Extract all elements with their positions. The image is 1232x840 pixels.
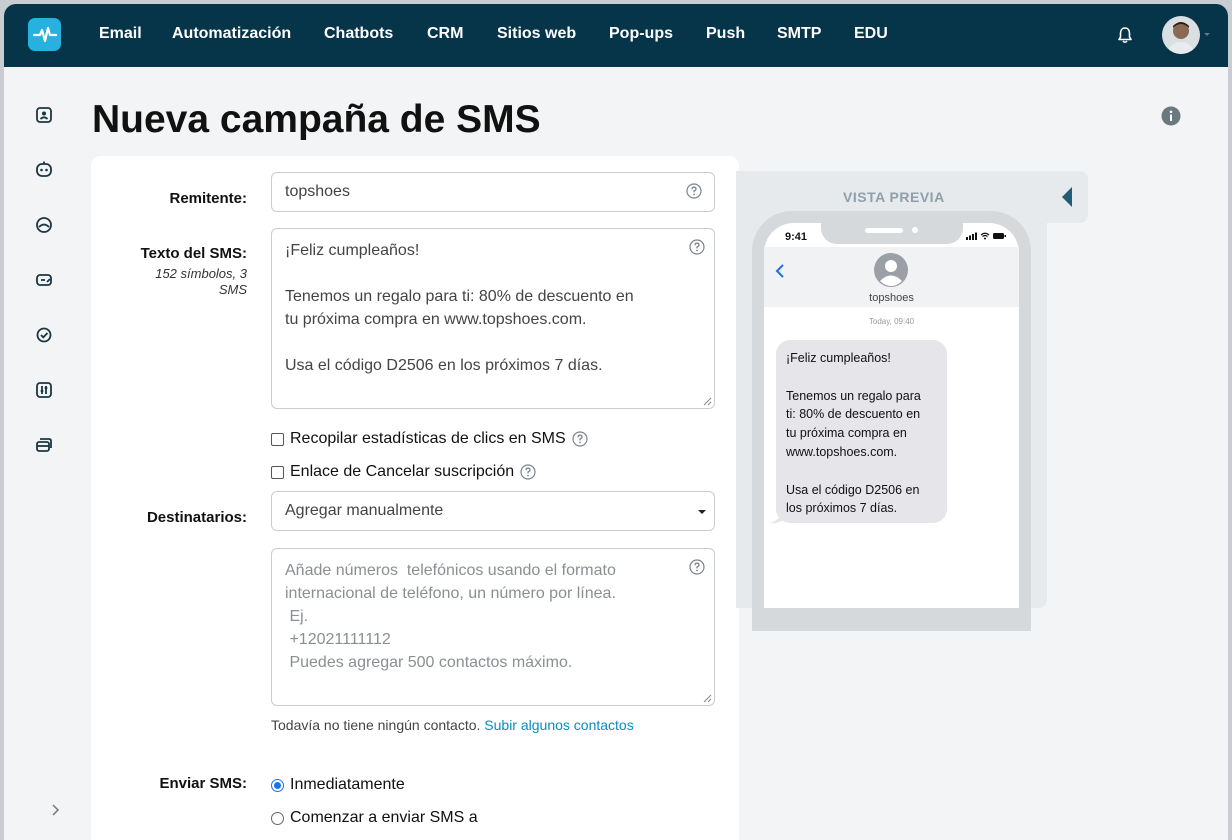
nav-smtp[interactable]: SMTP (777, 25, 821, 43)
help-icon[interactable] (686, 183, 702, 199)
billing-icon[interactable] (34, 435, 54, 455)
contacts-note-text: Todavía no tiene ningún contacto. (271, 717, 485, 733)
send-later-radio[interactable] (271, 811, 284, 825)
recipients-dropdown[interactable]: Agregar manualmente (271, 491, 715, 531)
help-icon[interactable] (689, 239, 705, 255)
chevron-right-icon[interactable] (48, 802, 64, 818)
sms-text-value: ¡Feliz cumpleaños! Tenemos un regalo par… (285, 242, 634, 374)
click-stats-label: Recopilar estadísticas de clics en SMS (290, 430, 566, 447)
user-photo-icon (1167, 22, 1195, 54)
templates-icon[interactable] (34, 270, 54, 290)
sender-label: Remitente: (169, 190, 247, 207)
resize-handle[interactable] (703, 397, 712, 406)
back-chevron-icon[interactable] (774, 262, 786, 280)
sms-preview-bubble: ¡Feliz cumpleaños! Tenemos un regalo par… (776, 340, 947, 523)
preview-title: VISTA PREVIA (843, 189, 945, 205)
info-icon[interactable] (1161, 106, 1181, 126)
click-stats-checkbox[interactable] (271, 432, 284, 446)
sms-text-area[interactable]: ¡Feliz cumpleaños! Tenemos un regalo par… (271, 228, 715, 409)
phone-time: 9:41 (785, 231, 808, 243)
send-now-radio-row[interactable]: Inmediatamente (271, 776, 405, 794)
sms-text-label: Texto del SMS: (140, 245, 247, 262)
speaker-icon (865, 228, 903, 233)
resize-handle[interactable] (703, 694, 712, 703)
nav-crm[interactable]: CRM (427, 25, 463, 43)
sender-value: topshoes (285, 183, 350, 200)
sender-input[interactable]: topshoes (271, 172, 715, 212)
contact-avatar-icon (874, 253, 908, 287)
unsubscribe-checkbox[interactable] (271, 465, 284, 479)
help-icon[interactable] (520, 464, 536, 480)
message-date: Today, 09:40 (868, 317, 915, 326)
send-later-label: Comenzar a enviar SMS a (290, 809, 478, 826)
send-label: Enviar SMS: (159, 775, 247, 792)
user-avatar[interactable] (1162, 16, 1200, 54)
integrations-icon[interactable] (34, 380, 54, 400)
sms-counter: 152 símbolos, 3 SMS (155, 266, 247, 297)
collapse-preview-icon[interactable] (1062, 187, 1072, 207)
send-now-radio[interactable] (271, 778, 284, 792)
click-stats-checkbox-row[interactable]: Recopilar estadísticas de clics en SMS (271, 430, 588, 448)
bubble-tail (770, 510, 784, 524)
pulse-icon (32, 26, 57, 42)
send-now-label: Inmediatamente (290, 776, 405, 793)
unsubscribe-label: Enlace de Cancelar suscripción (290, 463, 515, 480)
contacts-icon[interactable] (34, 105, 54, 125)
contact-name: topshoes (869, 292, 914, 304)
tasks-icon[interactable] (34, 325, 54, 345)
nav-automation[interactable]: Automatización (172, 25, 291, 43)
status-bar-icons (966, 232, 1006, 240)
page-title: Nueva campaña de SMS (92, 98, 541, 141)
bell-icon[interactable] (1114, 24, 1136, 46)
user-menu-caret[interactable] (1204, 33, 1210, 36)
chatbot-icon[interactable] (34, 160, 54, 180)
chevron-down-icon (698, 510, 706, 514)
app-logo[interactable] (28, 18, 61, 51)
top-nav: Email Automatización Chatbots CRM Sitios… (4, 4, 1228, 67)
phone-numbers-placeholder: Añade números telefónicos usando el form… (285, 562, 616, 671)
sms-form-card: Remitente: topshoes Texto del SMS: 152 s… (91, 156, 739, 840)
help-icon[interactable] (689, 559, 705, 575)
recipients-label: Destinatarios: (146, 509, 247, 526)
nav-websites[interactable]: Sitios web (497, 25, 576, 43)
nav-popups[interactable]: Pop-ups (609, 25, 673, 43)
camera-icon (912, 227, 918, 233)
campaigns-icon[interactable] (34, 215, 54, 235)
contacts-note: Todavía no tiene ningún contacto. Subir … (271, 717, 634, 733)
nav-email[interactable]: Email (99, 25, 142, 43)
app-window: Email Automatización Chatbots CRM Sitios… (4, 4, 1228, 840)
send-later-radio-row[interactable]: Comenzar a enviar SMS a (271, 809, 478, 827)
nav-edu[interactable]: EDU (854, 25, 888, 43)
help-icon[interactable] (572, 431, 588, 447)
unsubscribe-checkbox-row[interactable]: Enlace de Cancelar suscripción (271, 463, 536, 481)
recipients-selected: Agregar manualmente (285, 502, 444, 519)
upload-contacts-link[interactable]: Subir algunos contactos (484, 717, 633, 733)
phone-numbers-textarea[interactable]: Añade números telefónicos usando el form… (271, 548, 715, 706)
nav-chatbots[interactable]: Chatbots (324, 25, 393, 43)
nav-push[interactable]: Push (706, 25, 745, 43)
